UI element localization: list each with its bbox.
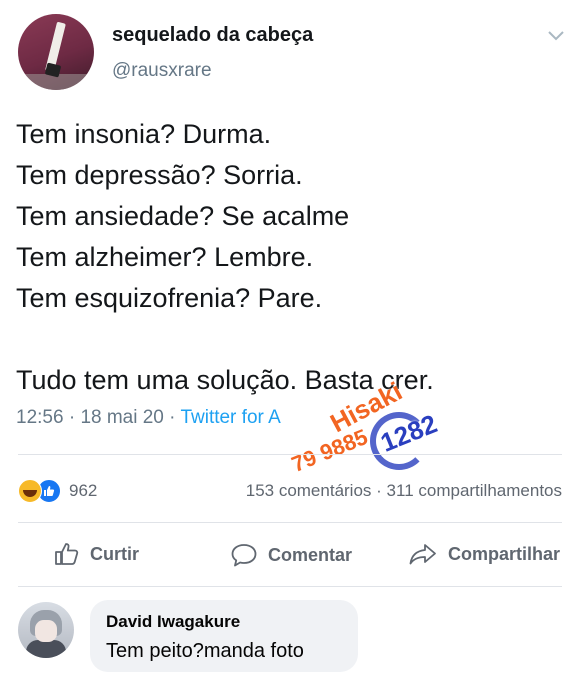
tweet-display-name[interactable]: sequelado da cabeça bbox=[112, 24, 313, 47]
tweet-handle[interactable]: @rausxrare bbox=[112, 60, 212, 82]
tweet-source-link[interactable]: Twitter for A bbox=[180, 407, 280, 428]
tweet-author-avatar[interactable] bbox=[18, 14, 94, 90]
haha-reaction-icon bbox=[18, 479, 42, 503]
tweet-line-spacer bbox=[16, 319, 434, 360]
engagement-counts: 153 comentários · 311 compartilhamentos bbox=[246, 481, 562, 501]
watermark-swirl bbox=[370, 412, 428, 470]
tweet-line: Tem depressão? Sorria. bbox=[16, 160, 303, 190]
tweet-time: 12:56 bbox=[16, 407, 64, 428]
comment-bubble-icon bbox=[231, 544, 257, 567]
comment-author[interactable]: David Iwagakure bbox=[106, 612, 240, 632]
tweet-date: 18 mai 20 bbox=[80, 407, 164, 428]
comment-text: Tem peito?manda foto bbox=[106, 640, 304, 662]
like-button-label: Curtir bbox=[90, 543, 139, 564]
watermark: Hisaki 1282 79 9885 bbox=[288, 376, 480, 482]
tweet-meta: 12:56 · 18 mai 20 · Twitter for A bbox=[16, 407, 281, 429]
avatar-figure bbox=[26, 640, 66, 658]
comments-count[interactable]: 153 comentários bbox=[246, 481, 372, 500]
tweet-line: Tem esquizofrenia? Pare. bbox=[16, 283, 323, 313]
comment-button[interactable]: Comentar bbox=[230, 542, 352, 568]
tweet-line: Tudo tem uma solução. Basta crer. bbox=[16, 365, 434, 395]
chevron-down-icon[interactable] bbox=[548, 28, 564, 46]
tweet-line: Tem ansiedade? Se acalme bbox=[16, 201, 350, 231]
meta-separator: · bbox=[169, 407, 181, 428]
divider bbox=[18, 454, 562, 455]
thumbs-up-icon bbox=[55, 543, 79, 565]
share-arrow-icon bbox=[409, 544, 436, 565]
comment-button-label: Comentar bbox=[268, 544, 353, 565]
reaction-count: 962 bbox=[69, 481, 98, 500]
tweet-line: Tem insonia? Durma. bbox=[16, 119, 272, 149]
reaction-summary[interactable]: 962 bbox=[18, 479, 98, 503]
share-button-label: Compartilhar bbox=[448, 543, 561, 564]
count-separator: · bbox=[376, 481, 387, 500]
avatar-figure bbox=[35, 620, 57, 642]
divider bbox=[18, 586, 562, 587]
shares-count[interactable]: 311 compartilhamentos bbox=[387, 481, 562, 500]
commenter-avatar[interactable] bbox=[18, 602, 74, 658]
share-button[interactable]: Compartilhar bbox=[408, 542, 560, 566]
action-bar: Curtir Comentar Compartilhar bbox=[0, 528, 580, 584]
tweet-line: Tem alzheimer? Lembre. bbox=[16, 242, 314, 272]
watermark-text: 79 9885 bbox=[288, 424, 372, 478]
watermark-text: 1282 bbox=[376, 408, 442, 458]
divider bbox=[18, 522, 562, 523]
comment-bubble: David Iwagakure Tem peito?manda foto bbox=[90, 600, 358, 672]
meta-separator: · bbox=[68, 407, 81, 428]
tweet-text: Tem insonia? Durma. Tem depressão? Sorri… bbox=[16, 114, 434, 401]
like-button[interactable]: Curtir bbox=[54, 542, 139, 566]
